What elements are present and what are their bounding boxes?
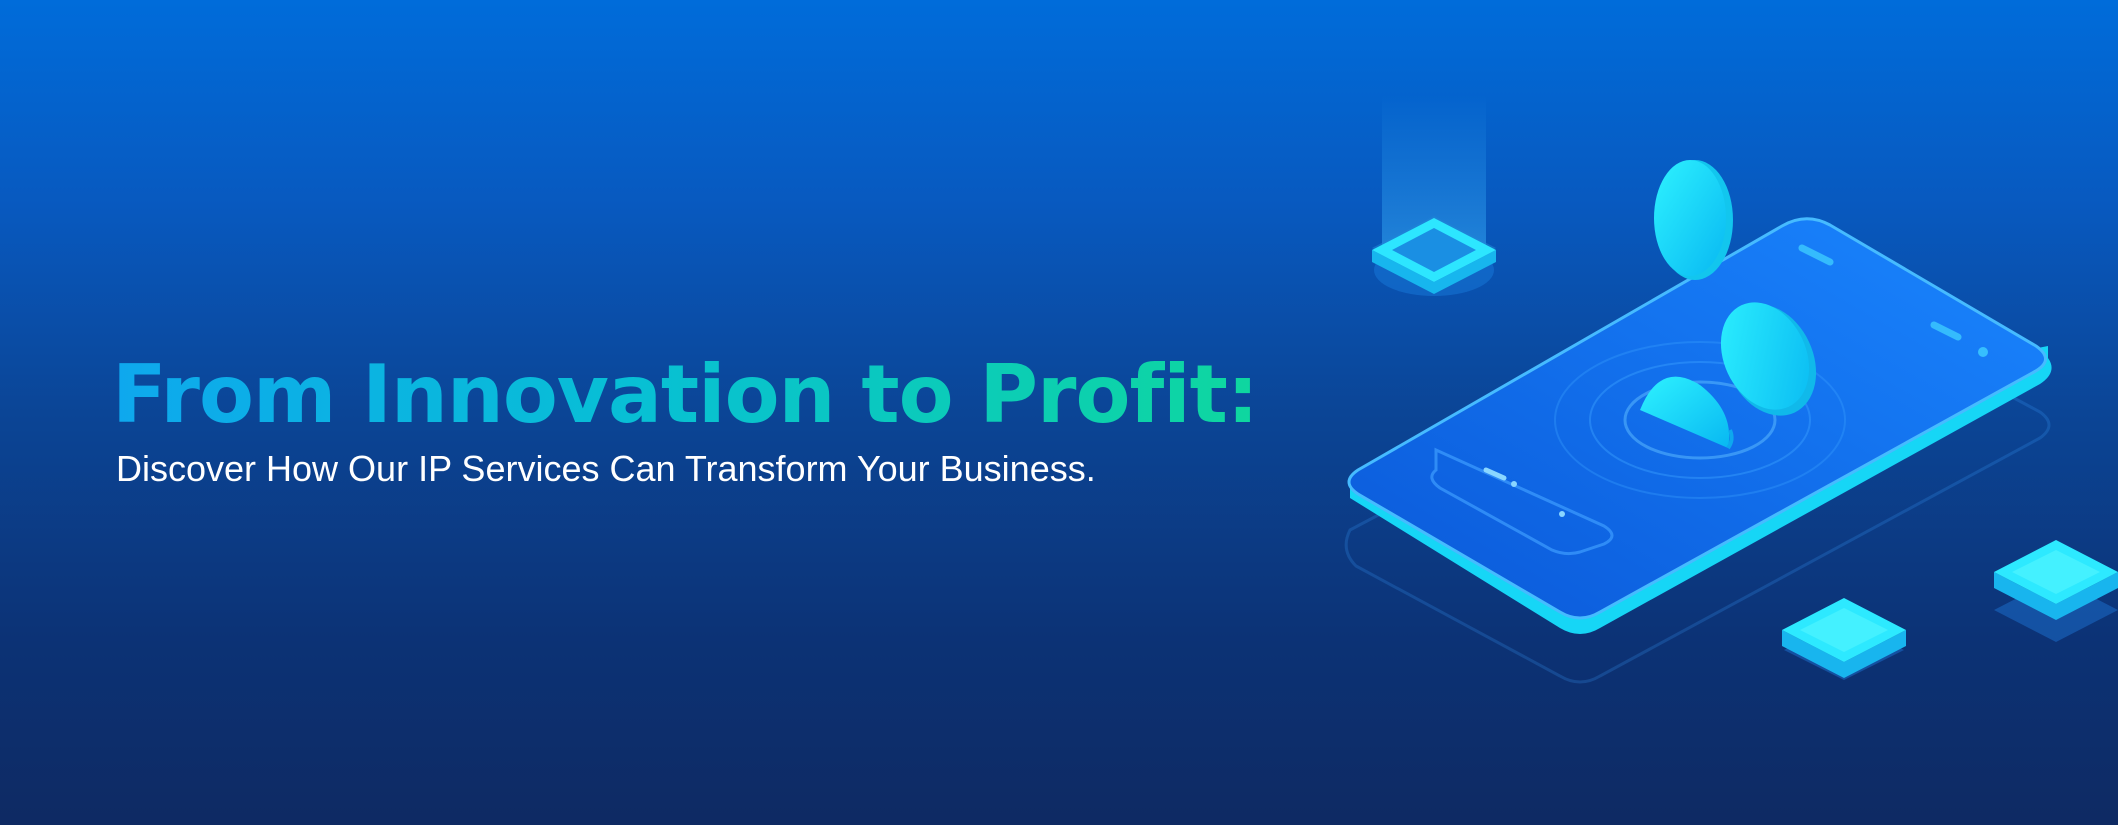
glowing-cube-icon — [1994, 540, 2118, 642]
glowing-cube-icon — [1782, 598, 1906, 680]
camera-dot — [1978, 347, 1988, 357]
coin-icon — [1654, 160, 1733, 280]
hero-text: From Innovation to Profit: Discover How … — [112, 345, 1259, 491]
phone-illustration — [1344, 95, 2118, 684]
card-dot — [1559, 511, 1565, 517]
hero-subheadline: Discover How Our IP Services Can Transfo… — [116, 448, 1096, 489]
card-dot — [1511, 481, 1517, 487]
hero-banner: From Innovation to Profit: Discover How … — [0, 0, 2118, 825]
hero-headline: From Innovation to Profit: — [112, 345, 1259, 445]
